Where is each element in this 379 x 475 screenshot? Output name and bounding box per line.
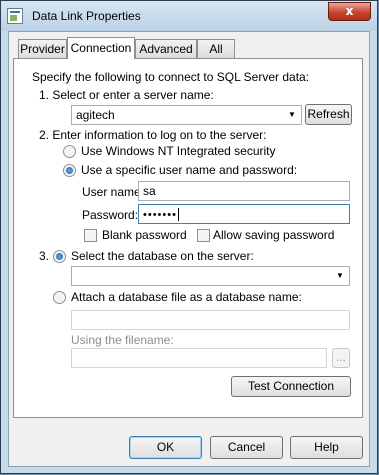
specific-user-radio[interactable] (63, 164, 76, 177)
username-label: User name: (82, 185, 145, 199)
window-title: Data Link Properties (32, 9, 141, 23)
password-label: Password: (82, 208, 139, 222)
filename-label: Using the filename: (71, 333, 174, 347)
allow-saving-password-label[interactable]: Allow saving password (213, 228, 334, 242)
help-button[interactable]: Help (290, 436, 363, 459)
refresh-button[interactable]: Refresh (305, 104, 352, 125)
step3-number: 3. (39, 249, 50, 263)
password-input[interactable]: ••••••• (138, 204, 350, 224)
specific-user-label[interactable]: Use a specific user name and password: (81, 163, 297, 177)
text-caret (177, 208, 179, 222)
select-database-label[interactable]: Select the database on the server: (71, 249, 254, 263)
blank-password-label[interactable]: Blank password (102, 228, 187, 242)
intro-text: Specify the following to connect to SQL … (32, 70, 310, 84)
attach-database-name-input[interactable] (71, 310, 350, 330)
attach-database-radio[interactable] (53, 291, 66, 304)
cancel-button[interactable]: Cancel (210, 436, 283, 459)
step2-label: 2. Enter information to log on to the se… (39, 128, 267, 142)
attach-database-label[interactable]: Attach a database file as a database nam… (71, 290, 302, 304)
username-input[interactable]: sa (138, 181, 350, 201)
test-connection-button[interactable]: Test Connection (231, 376, 351, 397)
chevron-down-icon[interactable]: ▼ (285, 106, 299, 124)
browse-button[interactable]: ... (332, 348, 350, 368)
tab-provider[interactable]: Provider (18, 39, 67, 58)
ok-button[interactable]: OK (129, 436, 202, 459)
close-icon: x (345, 4, 354, 18)
server-name-combo[interactable]: agitech ▼ (71, 105, 302, 125)
title-bar[interactable]: Data Link Properties x (1, 1, 377, 31)
tab-connection[interactable]: Connection (67, 37, 135, 59)
tab-advanced[interactable]: Advanced (135, 39, 197, 58)
blank-password-checkbox[interactable] (84, 229, 97, 242)
chevron-down-icon[interactable]: ▼ (333, 267, 347, 285)
windows-security-label[interactable]: Use Windows NT Integrated security (81, 144, 276, 158)
password-value: ••••••• (143, 209, 177, 221)
windows-security-radio[interactable] (63, 145, 76, 158)
close-button[interactable]: x (328, 2, 371, 21)
app-icon (7, 8, 23, 24)
server-name-value: agitech (76, 108, 115, 122)
tab-all[interactable]: All (197, 39, 235, 58)
step1-label: 1. Select or enter a server name: (39, 88, 214, 102)
database-combo[interactable]: ▼ (71, 266, 350, 286)
allow-saving-password-checkbox[interactable] (197, 229, 210, 242)
filename-input[interactable] (71, 348, 327, 368)
select-database-radio[interactable] (53, 250, 66, 263)
